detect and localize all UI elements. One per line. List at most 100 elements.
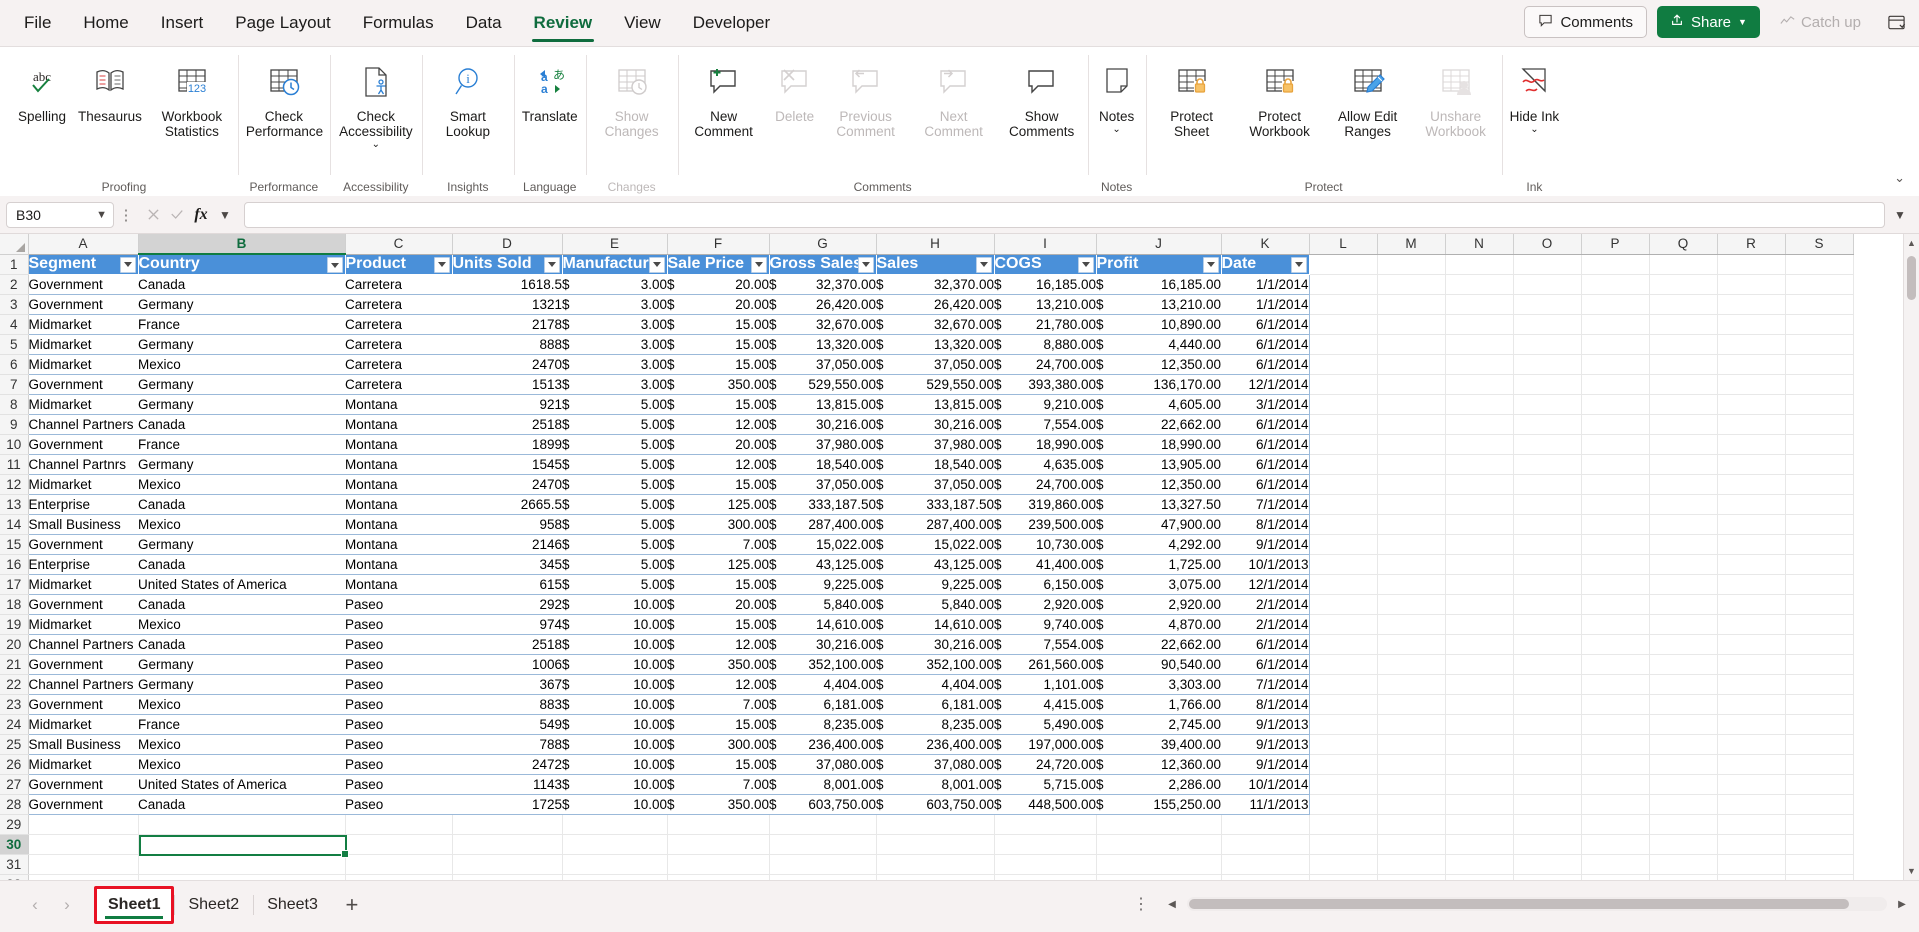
empty-cell[interactable] (1581, 794, 1650, 815)
empty-cell[interactable] (1445, 814, 1514, 835)
empty-cell[interactable] (1445, 334, 1514, 355)
table-cell-gross[interactable]: $9,225.00 (769, 574, 876, 595)
table-cell-units[interactable]: 1545 (452, 454, 562, 475)
empty-cell[interactable] (1309, 654, 1378, 675)
table-cell-sales[interactable]: $4,404.00 (876, 674, 994, 695)
table-cell-gross[interactable]: $18,540.00 (769, 454, 876, 475)
empty-cell[interactable] (1513, 834, 1582, 855)
empty-cell[interactable] (876, 834, 995, 855)
empty-cell[interactable] (1717, 554, 1786, 575)
empty-cell[interactable] (1581, 814, 1650, 835)
empty-cell[interactable] (1445, 794, 1514, 815)
column-header-Q[interactable]: Q (1649, 234, 1718, 255)
table-cell-gross[interactable]: $352,100.00 (769, 654, 876, 675)
table-cell-country[interactable]: France (138, 314, 345, 335)
column-header-P[interactable]: P (1581, 234, 1650, 255)
table-cell-segment[interactable]: Midmarket (27, 714, 138, 735)
empty-cell[interactable] (1377, 394, 1446, 415)
spreadsheet-grid[interactable]: A B C D E F G H I J K L M N O P Q R S 1 Segment Country Produc… (0, 234, 1919, 880)
table-cell-price[interactable]: $15.00 (667, 334, 769, 355)
table-cell-date[interactable]: 12/1/2014 (1221, 574, 1310, 595)
empty-cell[interactable] (1717, 474, 1786, 495)
column-header-N[interactable]: N (1445, 234, 1514, 255)
table-cell-date[interactable]: 8/1/2014 (1221, 694, 1310, 715)
filter-dropdown-icon[interactable] (326, 257, 343, 273)
empty-cell[interactable] (1581, 394, 1650, 415)
table-cell-segment[interactable]: Government (27, 274, 138, 295)
table-cell-country[interactable]: Canada (138, 274, 345, 295)
table-cell-units[interactable]: 549 (452, 714, 562, 735)
empty-cell[interactable] (1513, 334, 1582, 355)
empty-cell[interactable] (1785, 714, 1854, 735)
empty-cell[interactable] (1309, 514, 1378, 535)
table-cell-price[interactable]: $125.00 (667, 494, 769, 515)
empty-cell[interactable] (562, 854, 668, 875)
empty-cell[interactable] (1221, 814, 1310, 835)
table-header-cell[interactable]: Gross Sales (769, 254, 877, 275)
table-cell-cogs[interactable]: $7,554.00 (994, 634, 1096, 655)
empty-cell[interactable] (1785, 334, 1854, 355)
empty-cell[interactable] (1581, 574, 1650, 595)
empty-cell[interactable] (1785, 274, 1854, 295)
table-cell-segment[interactable]: Midmarket (27, 574, 138, 595)
table-cell-sales[interactable]: $37,050.00 (876, 474, 994, 495)
table-cell-segment[interactable]: Channel Partnrs (27, 454, 138, 475)
table-cell-segment[interactable]: Government (27, 654, 138, 675)
check-accessibility-button[interactable]: Check Accessibility ⌄ (332, 53, 420, 161)
table-cell-sales[interactable]: $287,400.00 (876, 514, 994, 535)
table-cell-country[interactable]: Canada (138, 494, 345, 515)
table-cell-date[interactable]: 6/1/2014 (1221, 334, 1310, 355)
empty-cell[interactable] (1649, 594, 1718, 615)
protect-sheet-button[interactable]: Protect Sheet (1148, 53, 1236, 161)
empty-cell[interactable] (1649, 774, 1718, 795)
table-cell-units[interactable]: 921 (452, 394, 562, 415)
row-header-8[interactable]: 8 (0, 394, 29, 415)
table-cell-units[interactable]: 2472 (452, 754, 562, 775)
empty-cell[interactable] (1309, 574, 1378, 595)
empty-cell[interactable] (1445, 614, 1514, 635)
column-header-J[interactable]: J (1096, 234, 1222, 255)
table-cell-cogs[interactable]: $21,780.00 (994, 314, 1096, 335)
table-cell-sales[interactable]: $236,400.00 (876, 734, 994, 755)
table-cell-sales[interactable]: $18,540.00 (876, 454, 994, 475)
vertical-scrollbar[interactable]: ▲ ▼ (1903, 234, 1919, 880)
table-cell-cogs[interactable]: $393,380.00 (994, 374, 1096, 395)
table-cell-sales[interactable]: $26,420.00 (876, 294, 994, 315)
empty-cell[interactable] (1445, 434, 1514, 455)
empty-cell[interactable] (1785, 354, 1854, 375)
table-cell-gross[interactable]: $6,181.00 (769, 694, 876, 715)
filter-dropdown-icon[interactable] (1290, 256, 1307, 273)
empty-cell[interactable] (1717, 574, 1786, 595)
table-cell-profit[interactable]: $3,075.00 (1096, 574, 1221, 595)
table-cell-mfg[interactable]: $10.00 (562, 694, 667, 715)
empty-cell[interactable] (1717, 794, 1786, 815)
empty-cell[interactable] (1445, 574, 1514, 595)
empty-cell[interactable] (1717, 694, 1786, 715)
table-cell-product[interactable]: Montana (345, 414, 452, 435)
table-cell-units[interactable]: 958 (452, 514, 562, 535)
table-cell-sales[interactable]: $13,320.00 (876, 334, 994, 355)
empty-cell[interactable] (1785, 634, 1854, 655)
table-cell-country[interactable]: Mexico (138, 354, 345, 375)
empty-cell[interactable] (1513, 394, 1582, 415)
empty-cell[interactable] (1309, 774, 1378, 795)
empty-cell[interactable] (1377, 854, 1446, 875)
table-cell-cogs[interactable]: $1,101.00 (994, 674, 1096, 695)
table-cell-sales[interactable]: $30,216.00 (876, 414, 994, 435)
sheet-options-icon[interactable]: ⋮ (1125, 894, 1157, 914)
empty-cell[interactable] (1649, 754, 1718, 775)
empty-cell[interactable] (1649, 554, 1718, 575)
empty-cell[interactable] (1221, 854, 1310, 875)
table-cell-country[interactable]: United States of America (138, 774, 345, 795)
empty-cell[interactable] (1785, 654, 1854, 675)
table-cell-product[interactable]: Carretera (345, 294, 452, 315)
empty-cell[interactable] (1445, 254, 1514, 275)
table-cell-mfg[interactable]: $3.00 (562, 354, 667, 375)
empty-cell[interactable] (1649, 814, 1718, 835)
empty-cell[interactable] (1649, 314, 1718, 335)
table-cell-price[interactable]: $300.00 (667, 514, 769, 535)
empty-cell[interactable] (1649, 654, 1718, 675)
empty-cell[interactable] (1717, 654, 1786, 675)
empty-cell[interactable] (1513, 434, 1582, 455)
table-cell-product[interactable]: Montana (345, 494, 452, 515)
